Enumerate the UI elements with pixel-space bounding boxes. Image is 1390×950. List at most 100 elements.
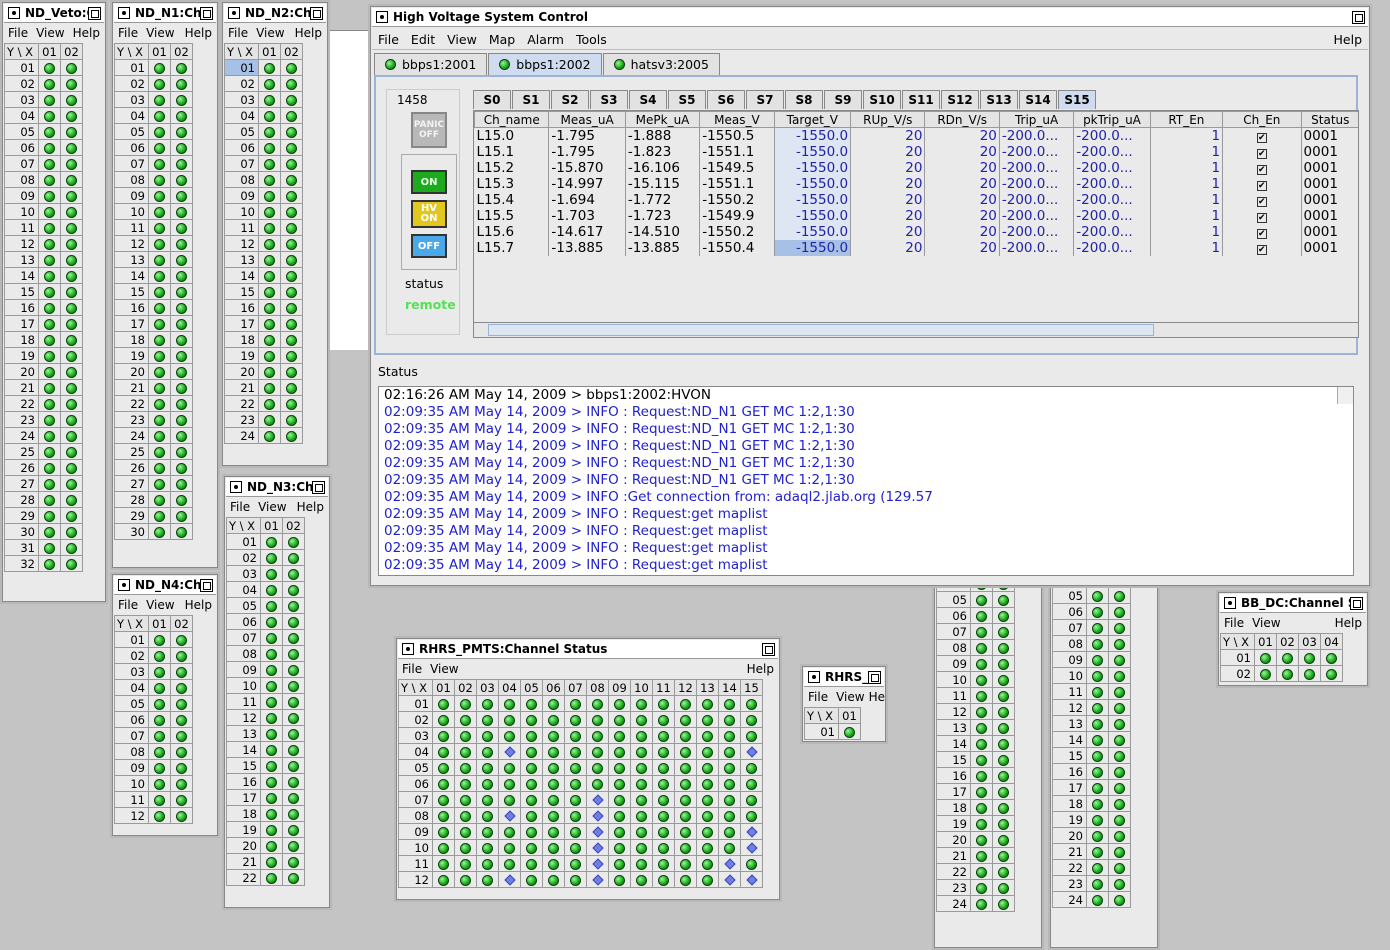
channel-cell[interactable] <box>476 839 499 856</box>
channel-cell[interactable] <box>1086 667 1109 684</box>
window-menu-icon[interactable] <box>230 481 242 493</box>
channel-cell[interactable] <box>740 759 763 776</box>
channel-cell[interactable] <box>170 663 193 680</box>
menu-view[interactable]: View <box>146 26 174 40</box>
channel-cell[interactable] <box>992 863 1015 880</box>
channel-cell[interactable] <box>1276 649 1299 666</box>
channel-cell[interactable] <box>260 597 283 614</box>
channel-cell[interactable] <box>992 879 1015 896</box>
channel-cell[interactable] <box>148 491 171 508</box>
channel-cell[interactable] <box>170 107 193 124</box>
channel-cell[interactable] <box>718 807 741 824</box>
channel-cell[interactable] <box>258 107 281 124</box>
channel-cell[interactable] <box>38 347 61 364</box>
channel-cell[interactable] <box>38 75 61 92</box>
channel-cell[interactable] <box>476 775 499 792</box>
channel-cell[interactable] <box>630 759 653 776</box>
channel-cell[interactable] <box>1086 699 1109 716</box>
channel-cell[interactable] <box>992 847 1015 864</box>
channel-enable-checkbox[interactable]: ✔ <box>1256 245 1267 255</box>
channel-cell[interactable] <box>652 759 675 776</box>
table-cell[interactable]: 20 <box>924 127 1000 144</box>
tab-slot[interactable]: S5 <box>668 90 706 109</box>
channel-cell[interactable] <box>652 839 675 856</box>
channel-cell[interactable] <box>652 871 675 888</box>
table-cell[interactable]: 20 <box>924 144 1000 160</box>
table-cell[interactable]: -200.0... <box>1073 127 1151 144</box>
channel-cell[interactable] <box>476 695 499 712</box>
channel-cell[interactable] <box>170 219 193 236</box>
channel-cell[interactable] <box>608 823 631 840</box>
channel-cell[interactable] <box>1108 587 1131 604</box>
menu-view[interactable]: View <box>146 598 174 612</box>
channel-cell[interactable] <box>280 203 303 220</box>
channel-enable-checkbox[interactable]: ✔ <box>1256 229 1267 239</box>
channel-cell[interactable] <box>280 411 303 428</box>
channel-cell[interactable] <box>280 155 303 172</box>
channel-cell[interactable] <box>260 725 283 742</box>
channel-cell[interactable] <box>148 59 171 76</box>
channel-cell[interactable] <box>542 695 565 712</box>
channel-cell[interactable] <box>1108 795 1131 812</box>
channel-enable-checkbox[interactable]: ✔ <box>1256 181 1267 191</box>
channel-cell[interactable] <box>260 869 283 886</box>
window-menu-icon[interactable] <box>8 7 20 19</box>
channel-cell[interactable] <box>718 871 741 888</box>
channel-cell[interactable] <box>148 711 171 728</box>
channel-cell[interactable] <box>564 711 587 728</box>
channel-cell[interactable] <box>38 235 61 252</box>
channel-cell[interactable] <box>280 395 303 412</box>
channel-cell[interactable] <box>740 775 763 792</box>
channel-cell[interactable] <box>498 727 521 744</box>
channel-cell[interactable] <box>260 533 283 550</box>
channel-cell[interactable] <box>38 219 61 236</box>
menu-view[interactable]: View <box>836 690 864 704</box>
menu-help[interactable]: Help <box>185 26 212 40</box>
channel-cell[interactable] <box>454 711 477 728</box>
channel-cell[interactable] <box>1108 667 1131 684</box>
channel-cell[interactable] <box>148 475 171 492</box>
channel-cell[interactable] <box>170 711 193 728</box>
column-header[interactable]: MePk_uA <box>624 111 701 128</box>
window-menu-icon[interactable] <box>1224 597 1236 609</box>
channel-cell[interactable] <box>148 807 171 824</box>
channel-cell[interactable] <box>282 725 305 742</box>
menu-view[interactable]: View <box>430 662 458 676</box>
channel-cell[interactable] <box>38 507 61 524</box>
channel-cell[interactable] <box>38 267 61 284</box>
horizontal-scrollbar[interactable] <box>474 322 1358 337</box>
channel-cell[interactable] <box>520 695 543 712</box>
channel-cell[interactable] <box>696 823 719 840</box>
table-cell[interactable]: 1 <box>1150 224 1224 240</box>
channel-cell[interactable] <box>38 91 61 108</box>
channel-cell[interactable] <box>970 863 993 880</box>
menu-map[interactable]: Map <box>489 32 515 47</box>
channel-cell[interactable] <box>170 331 193 348</box>
channel-cell[interactable] <box>1086 891 1109 908</box>
table-cell[interactable]: 1 <box>1150 160 1224 176</box>
channel-cell[interactable] <box>148 91 171 108</box>
channel-cell[interactable] <box>170 347 193 364</box>
channel-cell[interactable] <box>1108 747 1131 764</box>
channel-cell[interactable] <box>476 743 499 760</box>
channel-cell[interactable] <box>454 839 477 856</box>
channel-cell[interactable] <box>564 759 587 776</box>
channel-cell[interactable] <box>280 251 303 268</box>
channel-enable-checkbox[interactable]: ✔ <box>1256 197 1267 207</box>
channel-cell[interactable] <box>170 267 193 284</box>
channel-cell[interactable] <box>258 395 281 412</box>
channel-cell[interactable] <box>992 895 1015 912</box>
channel-cell[interactable] <box>60 427 83 444</box>
table-cell[interactable]: 20 <box>850 192 926 208</box>
table-cell[interactable]: -1550.0 <box>774 192 852 208</box>
channel-cell[interactable] <box>740 871 763 888</box>
channel-cell[interactable] <box>1108 779 1131 796</box>
channel-cell[interactable] <box>260 693 283 710</box>
channel-cell[interactable] <box>718 791 741 808</box>
channel-cell[interactable] <box>258 315 281 332</box>
channel-cell[interactable] <box>542 743 565 760</box>
channel-cell[interactable] <box>1086 651 1109 668</box>
table-cell[interactable]: -200.0... <box>1073 176 1151 192</box>
channel-cell[interactable] <box>170 363 193 380</box>
column-header[interactable]: Status <box>1300 111 1358 128</box>
